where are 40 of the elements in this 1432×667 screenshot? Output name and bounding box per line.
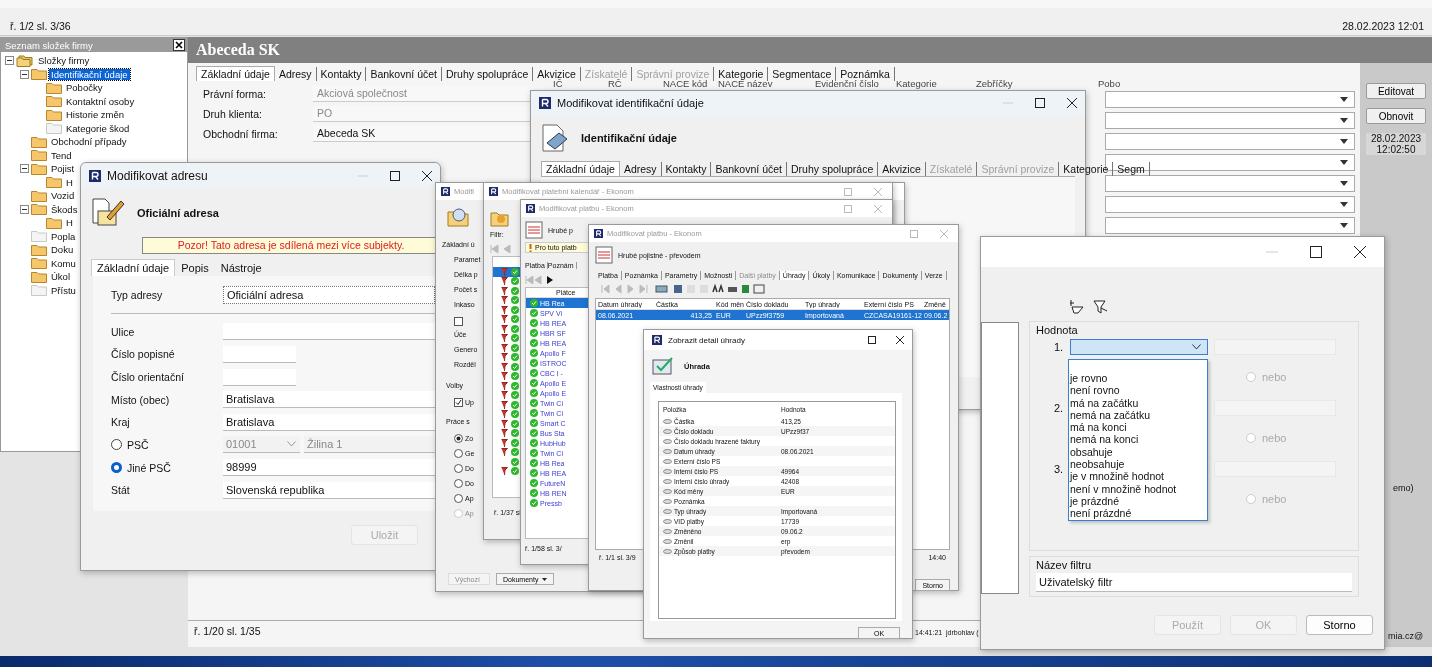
group-label: Hodnota (1035, 323, 1079, 338)
record-counter: ř. 1/20 sl. 1/35 (194, 625, 261, 637)
date-time: 28.02.2023 12:01 (1342, 20, 1424, 32)
panel-title: Seznam složek firmy (5, 39, 93, 51)
condition-number: 1. (1054, 341, 1064, 353)
field-label: Stát (111, 484, 131, 497)
radio-label: nebo (1262, 493, 1287, 505)
field-label: Číslo popisné (111, 348, 176, 361)
field-label: Ulice (111, 325, 136, 338)
field-label: Obchodní firma: (203, 128, 279, 140)
condition-number: 3. (1054, 463, 1064, 475)
field-label: Právní forma: (203, 88, 268, 100)
radio-label: nebo (1262, 371, 1287, 383)
field-label: Číslo orientační (111, 371, 185, 384)
email-text: mia.cz@ (1388, 631, 1424, 641)
dialog-heading: Oficiální adresa (137, 207, 219, 219)
window-title: Zobrazit detail úhrady (668, 335, 745, 345)
record-counter: ř. 1/2 sl. 3/36 (10, 20, 71, 32)
column-header: IČ (553, 78, 563, 89)
column-header: Zebříčky (976, 78, 1014, 89)
field-label: Místo (obec) (111, 393, 171, 406)
field-label: Typ adresy (111, 289, 164, 301)
column-header: Kategorie (896, 78, 938, 89)
column-header: Evidenční číslo (815, 78, 880, 89)
column-header: emo) (1393, 483, 1414, 493)
window-title: Modifikovat adresu (107, 169, 208, 183)
field-label: Kraj (111, 416, 131, 429)
dialog-heading: Identifikační údaje (581, 132, 677, 144)
company-title: Abeceda SK (196, 41, 280, 59)
timestamp: 28.02.2023 12:02:50 (1366, 133, 1426, 155)
window-title: Modifikovat identifikační údaje (557, 97, 704, 109)
radio-label: PSČ (127, 438, 149, 451)
radio-label: nebo (1262, 432, 1287, 444)
field-label: Druh klienta: (203, 108, 263, 120)
column-header: NACE kód (663, 78, 708, 89)
radio-label: Jiné PSČ (127, 461, 171, 474)
group-label: Název filtru (1035, 558, 1093, 573)
condition-number: 2. (1054, 402, 1064, 414)
column-header: RČ (608, 78, 623, 89)
column-header: Pobo (1098, 78, 1121, 89)
